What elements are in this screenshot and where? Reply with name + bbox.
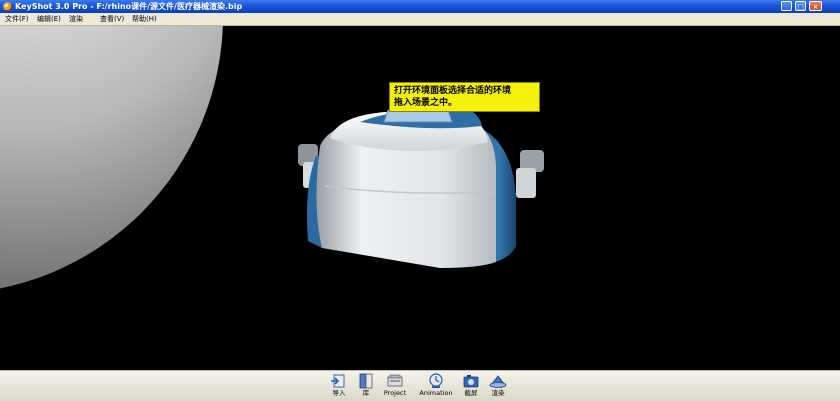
- project-icon: [387, 374, 403, 387]
- project-button[interactable]: Project: [374, 373, 416, 400]
- medical-device-model[interactable]: [298, 99, 544, 268]
- animation-icon: [429, 373, 443, 388]
- menu-file[interactable]: 文件(F): [5, 13, 29, 25]
- library-icon: [359, 373, 373, 389]
- render-button[interactable]: 渲染: [477, 373, 519, 400]
- minimize-button[interactable]: _: [781, 1, 792, 11]
- render-viewport[interactable]: 打开环境面板选择合适的环境 拖入场景之中。: [0, 26, 840, 370]
- keyshot-app-icon: [3, 2, 12, 11]
- window-title: KeyShot 3.0 Pro - F:/rhino课件/源文件/医疗器械渲染.…: [15, 2, 243, 11]
- environment-sphere: [0, 26, 223, 289]
- scene-canvas: [0, 26, 544, 289]
- tooltip-line-2: 拖入场景之中。: [394, 98, 458, 108]
- project-label: Project: [383, 389, 407, 397]
- title-bar: KeyShot 3.0 Pro - F:/rhino课件/源文件/医疗器械渲染.…: [0, 0, 840, 13]
- menu-edit[interactable]: 编辑(E): [37, 13, 61, 25]
- menu-view[interactable]: 查看(V): [100, 13, 124, 25]
- instruction-tooltip: 打开环境面板选择合适的环境 拖入场景之中。: [389, 82, 540, 112]
- bottom-toolbar: 导入 库 Project Animation 截屏 渲染: [0, 370, 840, 401]
- maximize-button[interactable]: □: [795, 1, 806, 11]
- menu-render[interactable]: 渲染: [69, 13, 83, 25]
- render-icon: [489, 375, 507, 388]
- close-button[interactable]: ×: [809, 1, 822, 11]
- menu-help[interactable]: 帮助(H): [132, 13, 157, 25]
- render-label: 渲染: [491, 389, 505, 397]
- menu-bar: 文件(F) 编辑(E) 渲染 查看(V) 帮助(H): [0, 13, 840, 26]
- tooltip-line-1: 打开环境面板选择合适的环境: [394, 86, 512, 96]
